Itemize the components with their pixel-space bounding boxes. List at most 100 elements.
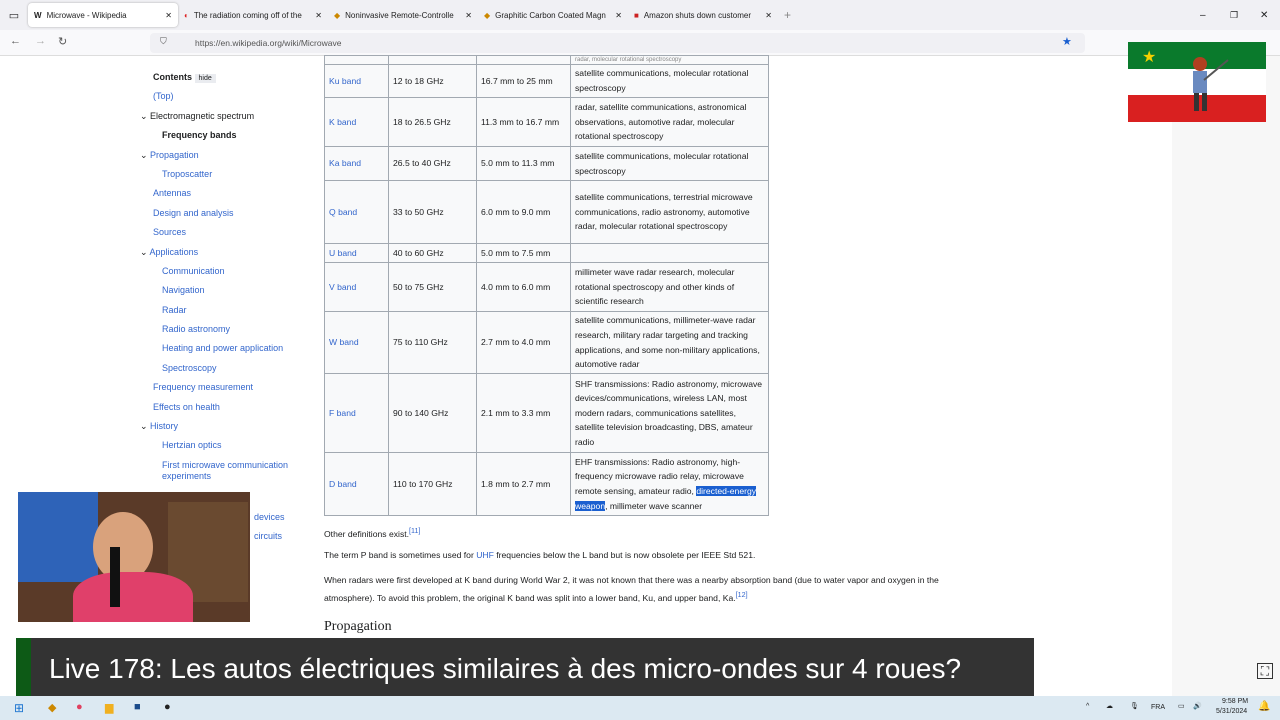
firefox-icon[interactable]: ● [76,701,83,713]
cell-band[interactable]: Ku band [324,64,389,98]
toc-hide-button[interactable]: hide [194,74,216,83]
paragraph: The term P band is sometimes used for UH… [324,548,964,563]
table-row: U band 40 to 60 GHz 5.0 mm to 7.5 mm [324,243,769,263]
close-icon[interactable]: ✕ [615,11,622,20]
toc-item[interactable]: Antennas [140,188,300,207]
cell-band[interactable]: W band [324,311,389,374]
cell-band[interactable]: U band [324,243,389,263]
toc-item[interactable]: Sources [140,227,300,246]
cell-wavelength: 2.7 mm to 4.0 mm [476,311,571,374]
toc-item[interactable]: Communication [140,266,300,285]
cell-band[interactable]: Q band [324,180,389,244]
stream-title: Live 178: Les autos électriques similair… [49,653,962,684]
bookmark-star-icon[interactable]: ★ [1062,35,1072,48]
close-icon[interactable]: ✕ [765,11,772,20]
close-icon[interactable]: ✕ [315,11,322,20]
text: The term P band is sometimes used for [324,550,477,560]
reference-link[interactable]: [11] [409,527,420,535]
toc-item[interactable]: First microwave communication experiment… [140,460,290,484]
cell-wavelength: 1.8 mm to 2.7 mm [476,452,571,516]
cell-band[interactable]: V band [324,262,389,312]
cell-wavelength: 2.1 mm to 3.3 mm [476,373,571,453]
cell-frequency: 110 to 170 GHz [388,452,477,516]
text: When radars were first developed at K ba… [324,575,939,603]
tab-bar: ▭ W Microwave - Wikipedia ✕ ◐ The radiation… [0,0,1280,30]
cloud-icon[interactable]: ☁ [1106,702,1113,710]
toc-item[interactable]: Radar [140,305,300,324]
address-bar[interactable]: https://en.wikipedia.org/wiki/Microwave [150,33,1085,53]
toc-item[interactable]: Effects on health [140,402,300,421]
minimize-icon[interactable]: – [1200,10,1206,21]
mic-icon[interactable]: 🎙 [1130,702,1139,710]
toc-item[interactable]: Design and analysis [140,208,300,227]
tab-noninvasive[interactable]: ◆ Noninvasive Remote-Controlle ✕ [328,3,478,27]
toc-item[interactable]: ⌄ Propagation [140,150,300,169]
tab-graphitic[interactable]: ◆ Graphitic Carbon Coated Magn ✕ [478,3,628,27]
table-row: Ka band 26.5 to 40 GHz 5.0 mm to 11.3 mm sa… [324,146,769,181]
app-icon[interactable]: ◆ [48,701,56,714]
cell-band[interactable]: D band [324,452,389,516]
toc-item[interactable]: Hertzian optics [140,440,300,459]
fullscreen-icon[interactable]: ⛶ [1257,663,1273,679]
volume-icon[interactable]: 🔊 [1193,702,1202,710]
chevron-down-icon[interactable]: ⌄ [140,421,150,431]
cell-band[interactable]: Ka band [324,146,389,181]
tab-label: The radiation coming off of the [193,10,302,20]
toc-item[interactable]: ⌄ History [140,421,300,440]
toc-item[interactable]: Navigation [140,285,300,304]
notification-bell-icon[interactable]: 🔔 [1258,701,1270,712]
paragraph: Other definitions exist.[11] [324,524,964,541]
toc-item[interactable]: Troposcatter [140,169,300,188]
chevron-down-icon[interactable]: ⌄ [140,150,150,160]
section-heading: Propagation [324,619,392,634]
cell-wavelength: 5.0 mm to 7.5 mm [476,243,571,263]
toc-item[interactable]: Spectroscopy [140,363,300,382]
toc-item[interactable]: Heating and power application [140,343,300,362]
reference-link[interactable]: [12] [736,591,748,599]
back-icon[interactable]: ← [10,35,21,47]
obs-icon[interactable]: ● [164,701,171,713]
toc-item[interactable]: ⌄ Electromagnetic spectrum [140,111,300,130]
close-icon[interactable]: ✕ [165,11,172,20]
tab-list-icon[interactable]: ▭ [0,9,28,22]
cell-use [570,243,769,263]
tab-microwave[interactable]: W Microwave - Wikipedia ✕ [28,3,178,27]
cell-band[interactable]: K band [324,97,389,147]
toc-item[interactable]: Radio astronomy [140,324,300,343]
reload-icon[interactable]: ↻ [58,35,67,48]
tab-radiation[interactable]: ◐ The radiation coming off of the ✕ [178,3,328,27]
tab-label: Noninvasive Remote-Controlle [345,10,454,20]
table-row: D band 110 to 170 GHz 1.8 mm to 2.7 mm E… [324,452,769,516]
table-of-contents: Contents hide (Top) ⌄ Electromagnetic sp… [140,72,300,551]
clock-date[interactable]: 5/31/2024 [1216,708,1247,715]
flag-image: ★ [1128,42,1266,122]
windows-start-icon[interactable]: ⊞ [14,701,24,715]
forward-icon[interactable]: → [35,35,46,47]
tab-amazon[interactable]: ■ Amazon shuts down customer ✕ [628,3,778,27]
language-indicator[interactable]: FRA [1151,704,1165,711]
network-icon[interactable]: ▭ [1178,702,1185,710]
app-icon[interactable]: ■ [134,701,141,713]
new-tab-icon[interactable]: + [784,8,791,22]
toc-item[interactable]: (Top) [140,91,300,110]
url-text: https://en.wikipedia.org/wiki/Microwave [195,38,342,48]
clock-time[interactable]: 9:58 PM [1222,698,1248,705]
restore-icon[interactable]: ❐ [1230,10,1238,21]
toc-item[interactable]: Frequency measurement [140,382,300,401]
toc-item[interactable]: ⌄ Applications [140,247,300,266]
site-icon: ◆ [484,10,491,20]
toc-item-active[interactable]: Frequency bands [140,130,300,149]
chevron-down-icon[interactable]: ⌄ [140,111,150,121]
close-icon[interactable]: ✕ [465,11,472,20]
tray-chevron-icon[interactable]: ^ [1086,703,1089,710]
shield-icon: ⛉ [160,36,167,46]
folder-icon[interactable]: ▆ [105,701,113,714]
nav-bar: ← → ↻ https://en.wikipedia.org/wiki/Micr… [0,30,1280,56]
cell-band[interactable]: F band [324,373,389,453]
chevron-down-icon[interactable]: ⌄ [140,247,150,257]
close-window-icon[interactable]: ✕ [1260,10,1268,21]
wikipedia-icon: W [34,10,42,20]
cell-wavelength: 5.0 mm to 11.3 mm [476,146,571,181]
uhf-link[interactable]: UHF [476,550,494,560]
cell-frequency: 90 to 140 GHz [388,373,477,453]
